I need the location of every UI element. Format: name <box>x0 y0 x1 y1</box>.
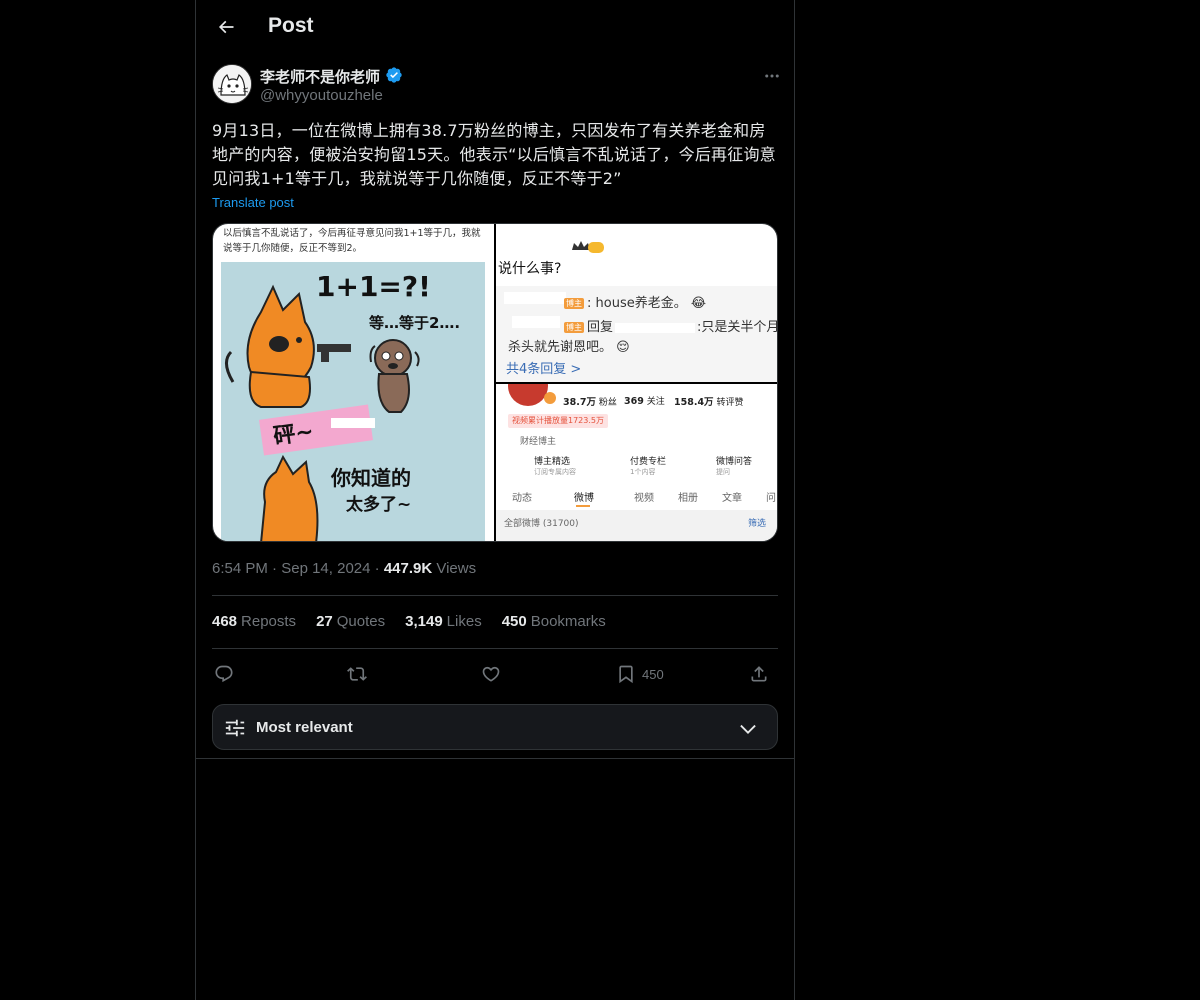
sort-label: Most relevant <box>256 719 353 736</box>
stat-likes: 158.4万 转评赞 <box>674 397 744 408</box>
reply-icon <box>215 665 233 683</box>
chevron-down-icon <box>740 724 756 734</box>
post-media: 以后慎言不乱说话了，今后再征寻意见问我1+1等于几，我就说等于几你随便，反正不等… <box>212 223 778 542</box>
reply-2-prefix: 回复 <box>587 320 614 335</box>
stat-fans: 38.7万 粉丝 <box>563 397 617 408</box>
repost-button[interactable] <box>347 660 367 688</box>
video-plays-tag: 视频累计播放量1723.5万 <box>508 414 608 428</box>
profile-tab-5: 问 <box>766 493 776 504</box>
avatar-cat-icon <box>213 65 251 103</box>
stat-following: 369 关注 <box>624 396 665 407</box>
main-column: Post 李老师不是你老师 @whyyoutouzhele 9月13日，一位在微… <box>195 0 795 1000</box>
tool-2: 付费专栏 1个内容 <box>630 457 667 476</box>
post-date[interactable]: Sep 14, 2024 <box>281 560 370 577</box>
smile-emoji-icon: 😌 <box>616 340 630 355</box>
quotes-stat[interactable]: 27 Quotes <box>316 613 385 630</box>
bookmarks-stat[interactable]: 450 Bookmarks <box>502 613 606 630</box>
bookmark-icon <box>619 665 633 684</box>
verified-badge-icon <box>386 67 402 83</box>
page-title: Post <box>268 14 314 37</box>
heart-icon <box>482 666 500 682</box>
media-image-profile[interactable]: 38.7万 粉丝 369 关注 158.4万 转评赞 视频累计播放量1723.5… <box>496 384 777 541</box>
bookmark-count: 450 <box>642 666 664 682</box>
repost-icon <box>347 667 367 681</box>
more-replies-link: 共4条回复 > <box>506 362 582 377</box>
post-stats: 468 Reposts 27 Quotes 3,149 Likes 450 Bookma… <box>212 613 606 630</box>
reply-line-3: 杀头就先谢恩吧。 😌 <box>508 336 630 355</box>
reply-2-text: :只是关半个月 <box>697 320 778 335</box>
profile-tab-3: 相册 <box>678 493 698 504</box>
tool-1: 博主精选 订阅专属内容 <box>534 457 576 476</box>
reply-button[interactable] <box>214 660 234 688</box>
reply-1-tag: 博主 <box>564 298 584 309</box>
level-badge-icon <box>572 241 604 253</box>
profile-tab-2: 视频 <box>634 493 654 504</box>
arrow-left-icon <box>218 20 234 34</box>
views-label: Views <box>436 560 477 577</box>
post-actions: 450 <box>212 660 778 688</box>
reply-1-text: : house养老金。 <box>587 296 687 311</box>
post-text: 9月13日，一位在微博上拥有38.7万粉丝的博主，只因发布了有关养老金和房地产的… <box>212 121 776 188</box>
share-button[interactable] <box>749 660 769 688</box>
profile-tab-4: 文章 <box>722 493 742 504</box>
translate-post-link[interactable]: Translate post <box>212 195 294 210</box>
media-image-comments[interactable]: 说什么事? 博主: house养老金。 😂 博主 回复 :只是关半个月 杀头就先谢恩… <box>496 224 778 382</box>
bookmark-button[interactable]: 450 <box>616 660 664 688</box>
reposts-stat[interactable]: 468 Reposts <box>212 613 296 630</box>
comic-panel: 1+1=?! 等…等于2…. 砰~ 你知道的 太多了~ <box>221 262 485 541</box>
sort-replies-dropdown[interactable]: Most relevant <box>212 704 778 750</box>
comic-bottom-text: 你知道的 <box>331 466 411 490</box>
comic-bottom-text-2: 太多了~ <box>346 495 412 515</box>
likes-stat[interactable]: 3,149 Likes <box>405 613 482 630</box>
filter-label: 筛选 <box>748 519 767 529</box>
profile-avatar-icon <box>508 384 556 406</box>
post-meta: 6:54 PM · Sep 14, 2024 · 447.9K Views <box>212 560 477 577</box>
like-button[interactable] <box>481 660 501 688</box>
reply-line-2: 博主 回复 :只是关半个月 <box>564 316 778 335</box>
comic-dog-text: 等…等于2…. <box>369 314 461 332</box>
comment-title: 说什么事? <box>498 261 562 277</box>
media-image-comic[interactable]: 以后慎言不乱说话了，今后再征寻意见问我1+1等于几，我就说等于几你随便，反正不等… <box>213 224 494 541</box>
header: Post <box>196 0 794 54</box>
more-options-button[interactable] <box>760 64 784 88</box>
tool-3: 微博问答 提问 <box>716 457 753 476</box>
all-posts-count: 全部微博 (31700) <box>504 519 579 529</box>
laugh-emoji-icon: 😂 <box>690 296 707 311</box>
share-icon <box>751 666 767 682</box>
post-time[interactable]: 6:54 PM <box>212 560 268 577</box>
divider <box>212 595 778 596</box>
author-name[interactable]: 李老师不是你老师 <box>260 66 380 87</box>
category-label: 财经博主 <box>520 437 557 447</box>
more-icon <box>765 74 779 78</box>
avatar[interactable] <box>212 64 252 104</box>
profile-tab-1: 微博 <box>574 493 594 504</box>
back-button[interactable] <box>208 9 244 45</box>
reply-2-line2: 杀头就先谢恩吧。 <box>508 340 613 355</box>
reply-line-1: 博主: house养老金。 😂 <box>564 292 706 311</box>
reply-2-tag: 博主 <box>564 322 584 333</box>
post-author: 李老师不是你老师 @whyyoutouzhele <box>212 64 782 106</box>
views-count: 447.9K <box>383 560 433 577</box>
divider <box>212 648 778 649</box>
replies-divider <box>196 758 794 759</box>
profile-tab-0: 动态 <box>512 493 532 504</box>
author-handle[interactable]: @whyyoutouzhele <box>260 87 383 104</box>
sliders-icon <box>225 719 245 737</box>
comic-bang: 砰~ <box>271 419 316 450</box>
comic-caption: 以后慎言不乱说话了，今后再征寻意见问我1+1等于几，我就说等于几你随便，反正不等… <box>223 228 481 254</box>
